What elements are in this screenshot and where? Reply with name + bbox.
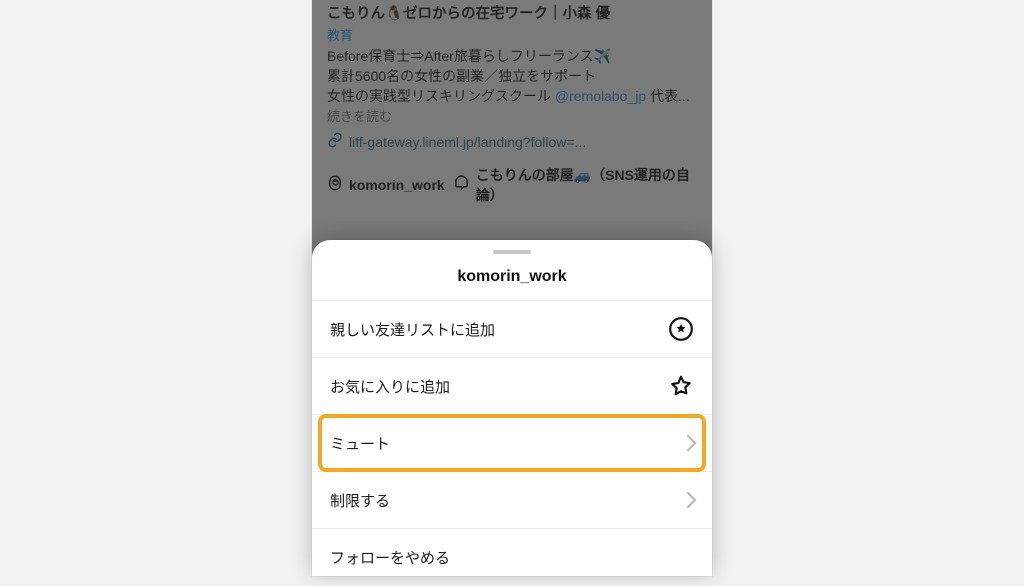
profile-background: こもりん🐧ゼロからの在宅ワーク｜小森 優 教育 Before保育士⇒After旅… — [312, 0, 712, 225]
sheet-item-label: フォローをやめる — [330, 547, 694, 568]
threads-icon — [327, 175, 343, 196]
sheet-item-label: 制限する — [330, 490, 682, 511]
sheet-item-label: お気に入りに追加 — [330, 376, 668, 397]
threads-link[interactable]: komorin_work — [327, 175, 445, 196]
external-link-text: liff-gateway.lineml.jp/landing?follow=..… — [349, 132, 586, 152]
bio-mention[interactable]: @remolabo_jp — [555, 88, 646, 104]
broadcast-link[interactable]: こもりんの部屋🚙（SNS運用の自論） — [453, 165, 697, 206]
bio-text: 代表... — [646, 88, 690, 104]
sheet-item-unfollow[interactable]: フォローをやめる — [312, 529, 712, 585]
sheet-item-label: ミュート — [330, 433, 682, 454]
read-more[interactable]: 続きを読む — [327, 108, 697, 127]
chevron-right-icon — [682, 437, 694, 449]
star-circle-icon — [668, 316, 694, 342]
profile-category[interactable]: 教育 — [327, 27, 697, 46]
sheet-item-label: 親しい友達リストに追加 — [330, 319, 668, 340]
bio-line: Before保育士⇒After旅暮らしフリーランス✈️ — [327, 46, 697, 66]
link-icon — [327, 132, 343, 153]
star-outline-icon — [668, 373, 694, 399]
phone-frame: こもりん🐧ゼロからの在宅ワーク｜小森 優 教育 Before保育士⇒After旅… — [312, 0, 712, 576]
bio-text: 女性の実践型リスキリングスクール — [327, 88, 555, 104]
bio-text: 累計5600名の女性の副業／独立をサポート — [327, 68, 596, 84]
sheet-item-restrict[interactable]: 制限する — [312, 472, 712, 528]
sheet-title: komorin_work — [312, 254, 712, 300]
sheet-item-close-friends[interactable]: 親しい友達リストに追加 — [312, 301, 712, 357]
action-sheet: komorin_work 親しい友達リストに追加 お気に入りに追加 ミュート 制… — [312, 240, 712, 576]
bio-line: 累計5600名の女性の副業／独立をサポート 女性の実践型リスキリングスクール @… — [327, 66, 697, 107]
broadcast-icon — [453, 174, 470, 196]
sheet-item-favorite[interactable]: お気に入りに追加 — [312, 358, 712, 414]
sheet-item-mute[interactable]: ミュート — [312, 415, 712, 471]
broadcast-name: こもりんの部屋🚙（SNS運用の自論） — [476, 165, 697, 206]
social-row: komorin_work こもりんの部屋🚙（SNS運用の自論） — [327, 165, 697, 206]
display-name: こもりん🐧ゼロからの在宅ワーク｜小森 優 — [327, 4, 697, 25]
external-link-row[interactable]: liff-gateway.lineml.jp/landing?follow=..… — [327, 132, 697, 153]
threads-handle: komorin_work — [349, 175, 445, 195]
chevron-right-icon — [682, 494, 694, 506]
